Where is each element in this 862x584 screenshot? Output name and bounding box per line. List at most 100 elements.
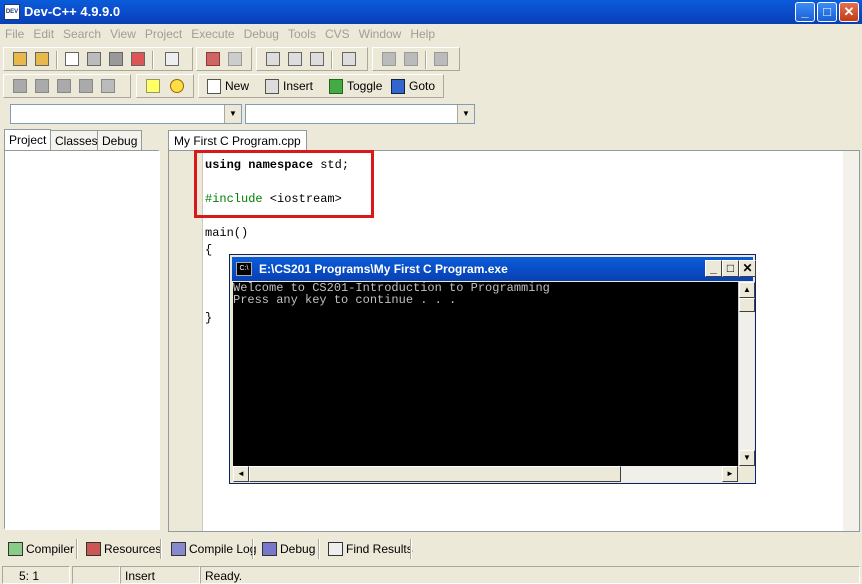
help-button[interactable] [143,77,163,96]
undo-button[interactable] [203,50,223,69]
console-minimize-button[interactable]: _ [705,260,722,277]
toggle-button[interactable]: Toggle [327,78,382,97]
menu-execute[interactable]: Execute [186,24,238,41]
help-toolbar [136,74,194,98]
project-options-button[interactable] [431,50,451,69]
tab-find-results[interactable]: Find Results [322,538,417,560]
editor-tab[interactable]: My First C Program.cpp [168,130,307,152]
new-label: New [225,79,250,93]
save-button[interactable] [84,50,104,69]
menu-bar: File Edit Search View Project Execute Debug Too… [0,24,862,44]
find-icon [266,52,280,66]
console-vertical-scrollbar[interactable]: ▲ ▼ [738,282,755,466]
menu-window[interactable]: Window [354,24,406,41]
status-message: Ready. [200,566,860,584]
syntax-check-button[interactable] [98,77,118,96]
about-button[interactable] [167,77,187,96]
project-panel: Project Classes Debug [2,129,162,532]
scroll-right-icon[interactable]: ► [722,466,738,482]
new-file-button[interactable] [62,50,82,69]
open-project-button[interactable] [10,50,30,69]
insert-button[interactable]: Insert [263,78,313,97]
tab-label: Resources [104,542,162,556]
compile-run-button[interactable] [54,77,74,96]
console-horizontal-scrollbar[interactable]: ◄ ► [233,466,738,482]
goto-label: Goto [409,79,436,93]
editor-scrollbar[interactable] [843,151,859,531]
scroll-thumb[interactable] [739,298,755,312]
save-all-icon [109,52,123,66]
insert-icon [265,79,279,94]
rebuild-all-button[interactable] [76,77,96,96]
menu-cvs[interactable]: CVS [320,24,354,41]
add-to-project-icon [382,52,396,66]
goto-button[interactable]: Goto [389,78,435,97]
maximize-button[interactable]: □ [817,2,837,22]
scroll-up-icon[interactable]: ▲ [739,282,755,298]
tab-classes[interactable]: Classes [50,130,103,150]
class-combo[interactable]: ▼ [10,104,242,124]
print-button[interactable] [162,50,182,69]
chevron-down-icon: ▼ [457,105,474,123]
console-close-button[interactable]: ✕ [739,260,756,277]
replace-icon [288,52,302,66]
insert-mode: Insert [120,566,200,584]
menu-edit[interactable]: Edit [28,24,58,41]
console-window[interactable]: C:\ E:\CS201 Programs\My First C Program… [229,254,756,484]
menu-debug[interactable]: Debug [239,24,283,41]
rebuild-all-icon [79,79,93,93]
tab-resources[interactable]: Resources [80,538,165,560]
close-button[interactable]: ✕ [839,2,859,22]
menu-tools[interactable]: Tools [283,24,320,41]
new-file-icon [207,79,221,94]
menu-project[interactable]: Project [140,24,186,41]
goto-line-button[interactable] [339,50,359,69]
menu-help[interactable]: Help [405,24,439,41]
compiler-icon [8,542,23,556]
console-title: E:\CS201 Programs\My First C Program.exe [259,262,508,276]
tab-compile-log[interactable]: Compile Log [165,538,260,560]
menu-view[interactable]: View [105,24,140,41]
undo-icon [206,52,220,66]
tab-compiler[interactable]: Compiler [2,538,78,560]
goto-bookmark-icon [391,79,405,94]
redo-button[interactable] [225,50,245,69]
find-button[interactable] [263,50,283,69]
find-next-button[interactable] [307,50,327,69]
tab-debug[interactable]: Debug [97,130,143,150]
open-file-button[interactable] [32,50,52,69]
tab-project[interactable]: Project [4,129,52,151]
menu-file[interactable]: File [0,24,28,41]
console-maximize-button[interactable]: □ [722,260,739,277]
close-file-button[interactable] [128,50,148,69]
replace-button[interactable] [285,50,305,69]
console-title-bar[interactable]: C:\ E:\CS201 Programs\My First C Program… [232,257,756,281]
scroll-down-icon[interactable]: ▼ [739,450,755,466]
add-to-project-button[interactable] [379,50,399,69]
compile-button[interactable] [10,77,30,96]
redo-icon [228,52,242,66]
member-combo[interactable]: ▼ [245,104,475,124]
project-tree[interactable] [4,150,160,530]
remove-from-project-button[interactable] [401,50,421,69]
scroll-left-icon[interactable]: ◄ [233,466,249,482]
scroll-thumb[interactable] [249,466,621,482]
menu-search[interactable]: Search [58,24,105,41]
save-all-button[interactable] [106,50,126,69]
run-icon [35,79,49,93]
search-toolbar [256,47,368,71]
tab-label: Compile Log [189,542,257,556]
minimize-button[interactable]: _ [795,2,815,22]
close-file-icon [131,52,145,66]
title-bar[interactable]: DEV Dev-C++ 4.9.9.0 _ □ ✕ [0,0,862,24]
run-button[interactable] [32,77,52,96]
question-mark-icon [146,79,160,93]
new-button[interactable]: New [205,78,249,97]
save-icon [87,52,101,66]
tab-label: Find Results [346,542,413,556]
console-output[interactable]: Welcome to CS201-Introduction to Program… [233,282,738,466]
chart-icon [171,542,186,556]
toggle-bookmark-icon [329,79,343,94]
main-toolbar [3,47,193,71]
tab-debug-output[interactable]: Debug [256,538,319,560]
